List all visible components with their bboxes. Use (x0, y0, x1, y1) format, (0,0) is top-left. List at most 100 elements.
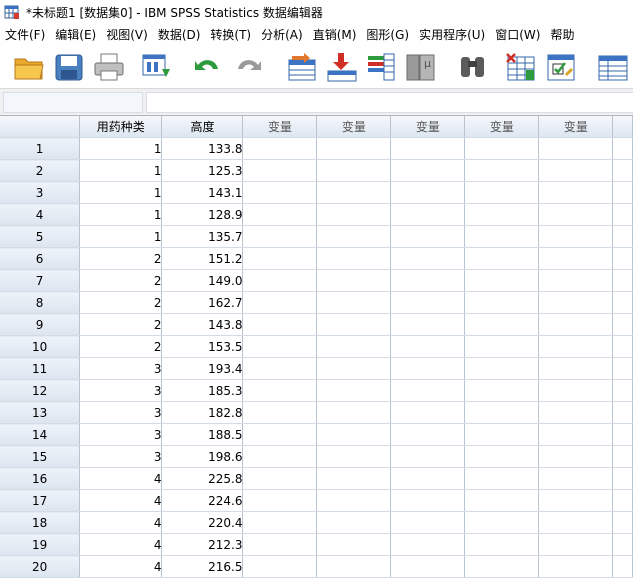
empty-cell[interactable] (316, 137, 392, 160)
empty-cell[interactable] (316, 379, 392, 402)
empty-cell[interactable] (538, 203, 614, 226)
menu-transform[interactable]: 转换(T) (205, 24, 256, 46)
row-number-header[interactable]: 19 (0, 533, 81, 556)
empty-cell[interactable] (390, 313, 466, 336)
empty-cell[interactable] (612, 467, 633, 490)
empty-cell[interactable] (390, 423, 466, 446)
row-number-header[interactable]: 8 (0, 291, 81, 314)
empty-cell[interactable] (464, 401, 540, 424)
cell-height[interactable]: 216.5 (161, 555, 244, 578)
empty-cell[interactable] (242, 489, 318, 512)
empty-cell[interactable] (612, 291, 633, 314)
empty-cell[interactable] (316, 313, 392, 336)
empty-cell[interactable] (612, 423, 633, 446)
empty-cell[interactable] (538, 511, 614, 534)
column-header-var[interactable]: 变量 (538, 116, 614, 138)
column-header-var[interactable]: 变量 (390, 116, 466, 138)
empty-cell[interactable] (316, 335, 392, 358)
empty-cell[interactable] (316, 489, 392, 512)
empty-cell[interactable] (464, 423, 540, 446)
empty-cell[interactable] (538, 313, 614, 336)
cell-height[interactable]: 225.8 (161, 467, 244, 490)
row-number-header[interactable]: 12 (0, 379, 81, 402)
empty-cell[interactable] (242, 401, 318, 424)
empty-cell[interactable] (242, 555, 318, 578)
empty-cell[interactable] (464, 313, 540, 336)
run-descriptive-icon[interactable]: μ (404, 51, 438, 83)
empty-cell[interactable] (242, 181, 318, 204)
empty-cell[interactable] (538, 467, 614, 490)
cell-height[interactable]: 185.3 (161, 379, 244, 402)
empty-cell[interactable] (390, 357, 466, 380)
empty-cell[interactable] (242, 533, 318, 556)
empty-cell[interactable] (612, 269, 633, 292)
cell-drug-type[interactable]: 3 (79, 401, 163, 424)
empty-cell[interactable] (316, 467, 392, 490)
cell-drug-type[interactable]: 2 (79, 269, 163, 292)
empty-cell[interactable] (464, 555, 540, 578)
empty-cell[interactable] (316, 511, 392, 534)
column-header-var[interactable]: 变量 (316, 116, 392, 138)
empty-cell[interactable] (464, 203, 540, 226)
row-number-header[interactable]: 9 (0, 313, 81, 336)
empty-cell[interactable] (390, 555, 466, 578)
undo-icon[interactable] (190, 51, 224, 83)
cell-height[interactable]: 188.5 (161, 423, 244, 446)
empty-cell[interactable] (316, 181, 392, 204)
empty-cell[interactable] (242, 247, 318, 270)
goto-variable-icon[interactable] (325, 51, 359, 83)
cell-height[interactable]: 224.6 (161, 489, 244, 512)
empty-cell[interactable] (538, 269, 614, 292)
empty-cell[interactable] (612, 159, 633, 182)
empty-cell[interactable] (390, 203, 466, 226)
row-number-header[interactable]: 7 (0, 269, 81, 292)
cell-drug-type[interactable]: 3 (79, 379, 163, 402)
empty-cell[interactable] (464, 159, 540, 182)
empty-cell[interactable] (538, 423, 614, 446)
cell-height[interactable]: 153.5 (161, 335, 244, 358)
empty-cell[interactable] (242, 291, 318, 314)
cell-drug-type[interactable]: 4 (79, 555, 163, 578)
value-labels-icon[interactable] (596, 51, 630, 83)
cell-drug-type[interactable]: 2 (79, 313, 163, 336)
cell-height[interactable]: 162.7 (161, 291, 244, 314)
empty-cell[interactable] (612, 203, 633, 226)
empty-cell[interactable] (316, 401, 392, 424)
empty-cell[interactable] (242, 379, 318, 402)
empty-cell[interactable] (612, 445, 633, 468)
cell-drug-type[interactable]: 1 (79, 203, 163, 226)
empty-cell[interactable] (242, 313, 318, 336)
empty-cell[interactable] (612, 181, 633, 204)
empty-cell[interactable] (242, 137, 318, 160)
column-header-var[interactable]: 变量 (464, 116, 540, 138)
empty-cell[interactable] (538, 401, 614, 424)
cell-drug-type[interactable]: 2 (79, 335, 163, 358)
empty-cell[interactable] (390, 335, 466, 358)
empty-cell[interactable] (316, 247, 392, 270)
row-number-header[interactable]: 10 (0, 335, 81, 358)
empty-cell[interactable] (390, 445, 466, 468)
cell-drug-type[interactable]: 3 (79, 423, 163, 446)
empty-cell[interactable] (242, 203, 318, 226)
empty-cell[interactable] (612, 511, 633, 534)
empty-cell[interactable] (612, 357, 633, 380)
empty-cell[interactable] (242, 269, 318, 292)
empty-cell[interactable] (464, 379, 540, 402)
empty-cell[interactable] (464, 247, 540, 270)
cell-reference-field[interactable] (3, 92, 143, 113)
empty-cell[interactable] (316, 291, 392, 314)
empty-cell[interactable] (538, 445, 614, 468)
empty-cell[interactable] (390, 247, 466, 270)
cell-height[interactable]: 143.1 (161, 181, 244, 204)
empty-cell[interactable] (464, 357, 540, 380)
cell-height[interactable]: 135.7 (161, 225, 244, 248)
empty-cell[interactable] (464, 225, 540, 248)
cell-drug-type[interactable]: 2 (79, 247, 163, 270)
empty-cell[interactable] (316, 225, 392, 248)
empty-cell[interactable] (464, 181, 540, 204)
empty-cell[interactable] (242, 445, 318, 468)
cell-drug-type[interactable]: 1 (79, 181, 163, 204)
save-icon[interactable] (52, 51, 86, 83)
empty-cell[interactable] (390, 379, 466, 402)
menu-graphs[interactable]: 图形(G) (361, 24, 414, 46)
